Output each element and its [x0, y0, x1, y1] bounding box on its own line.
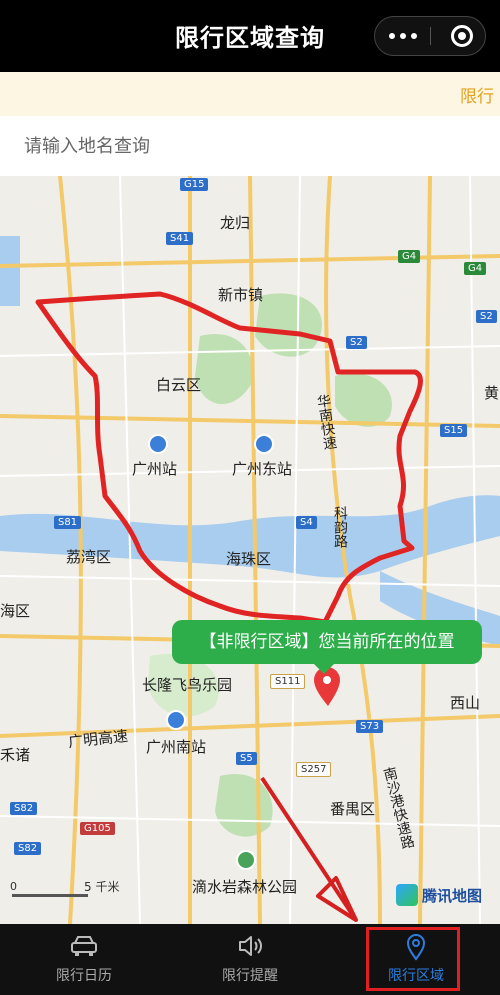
map-label: 龙归 [220, 214, 251, 232]
map-label: 新市镇 [218, 286, 264, 304]
map-label: 禾诸 [0, 746, 31, 764]
more-dots-icon [410, 33, 417, 39]
more-dots-icon [399, 33, 406, 39]
location-info-bubble[interactable]: 【非限行区域】您当前所在的位置 [172, 620, 482, 674]
tab-restriction-reminder[interactable]: 限行提醒 [170, 924, 330, 995]
road-badge: S73 [356, 720, 384, 733]
road-badge: G4 [398, 250, 421, 263]
map-label: 广州南站 [146, 738, 207, 756]
road-badge: S2 [346, 336, 367, 349]
road-badge: G105 [80, 822, 115, 835]
location-marker-dot [323, 676, 331, 684]
road-badge: G15 [180, 178, 209, 191]
close-button[interactable] [451, 25, 473, 47]
scale-label: 5 千米 [84, 880, 120, 894]
map-label: 白云区 [156, 376, 202, 394]
map-label: 荔湾区 [66, 548, 112, 566]
green-area [255, 293, 322, 357]
map-label: 长隆飞鸟乐园 [142, 676, 233, 694]
road-badge: S15 [440, 424, 468, 437]
scale-bar [12, 894, 88, 897]
map-label: 黄 [484, 384, 500, 402]
road-badge: S4 [296, 516, 317, 529]
search-bar [0, 116, 500, 176]
train-station-icon [148, 434, 168, 454]
road-badge: S5 [236, 752, 257, 765]
road-badge: S111 [270, 674, 306, 689]
tab-label: 限行提醒 [222, 968, 278, 984]
map-label: 广州站 [132, 460, 178, 478]
map-label: 科韵路 [332, 506, 348, 548]
map-logo-text: 腾讯地图 [422, 886, 483, 905]
train-station-icon [254, 434, 274, 454]
road-badge: S2 [476, 310, 497, 323]
road-badge: S41 [166, 232, 194, 245]
map-label: 海珠区 [226, 550, 272, 568]
map-label: 滴水岩森林公园 [192, 878, 298, 896]
more-button[interactable] [375, 17, 430, 55]
tab-bar: 限行日历 限行提醒 限行区域 [0, 924, 500, 995]
road-badge: S81 [54, 516, 82, 529]
map-label: 番禺区 [330, 800, 376, 818]
road-badge: G4 [464, 262, 487, 275]
green-area [195, 334, 253, 405]
tencent-map-logo-icon [396, 884, 418, 906]
road-badge: S82 [10, 802, 38, 815]
search-input[interactable] [14, 124, 484, 168]
park-icon [236, 850, 256, 870]
capsule-divider [430, 27, 431, 45]
tab-restriction-calendar[interactable]: 限行日历 [4, 924, 164, 995]
car-icon [71, 936, 97, 956]
map-logo: 腾讯地图 [396, 884, 482, 906]
train-station-icon [166, 710, 186, 730]
map-view[interactable]: 龙归 新市镇 白云区 广州站 广州东站 华南快速 科韵路 荔湾区 海珠区 海区 … [0, 176, 500, 924]
map-label: 西山 [450, 694, 481, 712]
active-tab-highlight-box [366, 927, 460, 991]
road-badge: S257 [296, 762, 332, 777]
lake [0, 236, 20, 306]
road-badge: S82 [14, 842, 42, 855]
green-area [335, 373, 392, 427]
more-dots-icon [388, 33, 395, 39]
notice-bar: 限行 [0, 72, 500, 116]
tab-label: 限行日历 [56, 968, 112, 984]
speaker-icon [239, 936, 262, 956]
miniprogram-capsule [374, 16, 486, 56]
map-label: 海区 [0, 602, 31, 620]
map-label: 广州东站 [232, 460, 293, 478]
scale-zero: 0 [10, 880, 17, 893]
notice-text: 限行 [460, 87, 494, 107]
title-bar: 限行区域查询 [0, 0, 500, 72]
